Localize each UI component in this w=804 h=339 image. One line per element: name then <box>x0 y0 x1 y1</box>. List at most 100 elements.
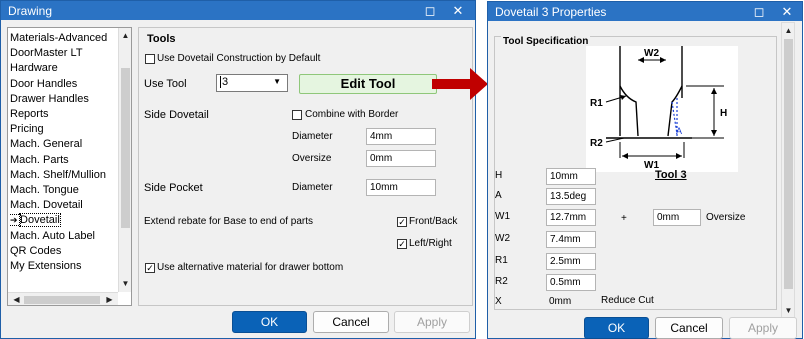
diameter-label: Diameter <box>292 131 333 142</box>
alt-material-label: Use alternative material for drawer bott… <box>157 262 344 273</box>
scroll-right-icon[interactable]: ▶ <box>103 293 116 305</box>
list-item-label: Mach. Tongue <box>10 184 79 196</box>
properties-window-title: Dovetail 3 Properties <box>495 5 607 19</box>
scroll-down-icon[interactable]: ▼ <box>782 304 795 317</box>
reduce-cut-label: Reduce Cut <box>601 295 654 306</box>
list-item[interactable]: Mach. Tongue <box>10 183 114 198</box>
list-item[interactable]: Mach. Auto Label <box>10 229 114 244</box>
drawing-window-body: Materials-Advanced DoorMaster LT Hardware D… <box>2 21 474 337</box>
list-item-label: Hardware <box>10 62 58 75</box>
list-item[interactable]: Mach. Dovetail <box>10 198 114 213</box>
red-arrow-icon <box>432 68 488 100</box>
cancel-button[interactable]: Cancel <box>313 311 389 333</box>
list-item-label: Reports <box>10 108 49 120</box>
field-input[interactable]: 12.7mm <box>546 209 596 226</box>
left-right-checkbox[interactable]: ✓ <box>397 239 407 249</box>
side-pocket-label: Side Pocket <box>144 182 203 194</box>
list-item[interactable]: Mach. General <box>10 137 114 152</box>
use-dovetail-checkbox[interactable] <box>145 54 155 64</box>
list-item-label: Door Handles <box>10 77 78 90</box>
properties-window: Dovetail 3 Properties ◻ ✕ Tool Specifica… <box>487 1 803 339</box>
left-right-label: Left/Right <box>409 238 452 249</box>
maximize-icon[interactable]: ◻ <box>419 2 441 19</box>
list-item[interactable]: Door Handles <box>10 77 114 92</box>
tools-group-title: Tools <box>147 33 176 45</box>
properties-window-body: Tool Specification W2 W1 H R1 R2 A Tool … <box>489 22 801 339</box>
apply-button[interactable]: Apply <box>394 311 470 333</box>
oversize-label: Oversize <box>706 212 746 223</box>
properties-vertical-scrollbar[interactable]: ▲ ▼ <box>781 22 795 318</box>
field-label: R1 <box>495 255 508 266</box>
combine-with-border-checkbox[interactable] <box>292 110 302 120</box>
list-item[interactable]: DoorMaster LT <box>10 46 114 61</box>
tool-spec-group-title: Tool Specification <box>501 36 591 47</box>
list-item-label: Mach. General <box>10 138 83 151</box>
field-input[interactable]: 10mm <box>546 168 596 185</box>
scroll-up-icon[interactable]: ▲ <box>782 24 795 37</box>
field-input[interactable]: 13.5deg <box>546 188 596 205</box>
field-label: X <box>495 296 502 307</box>
use-dovetail-label: Use Dovetail Construction by Default <box>157 53 321 64</box>
list-item[interactable]: Materials-Advanced <box>10 31 114 46</box>
scroll-up-icon[interactable]: ▲ <box>119 29 131 42</box>
edit-tool-button[interactable]: Edit Tool <box>299 74 437 94</box>
properties-titlebar: Dovetail 3 Properties ◻ ✕ <box>488 2 802 21</box>
list-item[interactable]: My Extensions <box>10 259 114 274</box>
diagram-label-w2: W2 <box>644 48 659 59</box>
list-item[interactable]: Pricing <box>10 122 114 137</box>
dovetail-tool-diagram: W2 W1 H R1 R2 A <box>586 46 738 172</box>
cancel-button[interactable]: Cancel <box>655 317 723 339</box>
scroll-left-icon[interactable]: ◀ <box>10 293 23 305</box>
scroll-thumb[interactable] <box>784 39 793 289</box>
hscroll-thumb[interactable] <box>24 296 100 304</box>
field-label: H <box>495 170 503 181</box>
side-pocket-diameter-input[interactable]: 10mm <box>366 179 436 196</box>
apply-button[interactable]: Apply <box>729 317 797 339</box>
arrow-right-icon: ➔ <box>10 214 22 227</box>
side-pocket-diameter-label: Diameter <box>292 182 333 193</box>
settings-category-list[interactable]: Materials-Advanced DoorMaster LT Hardware D… <box>7 27 132 306</box>
list-item-label: DoorMaster LT <box>10 47 83 60</box>
list-item[interactable]: Mach. Parts <box>10 153 114 168</box>
field-input[interactable]: 7.4mm <box>546 231 596 248</box>
field-input[interactable]: 2.5mm <box>546 253 596 270</box>
list-item-label: QR Codes <box>10 244 62 257</box>
list-item[interactable]: Mach. Shelf/Mullion <box>10 168 114 183</box>
front-back-checkbox[interactable]: ✓ <box>397 217 407 227</box>
list-item-label: Mach. Shelf/Mullion <box>10 168 106 181</box>
front-back-label: Front/Back <box>409 216 458 227</box>
list-item-label: Mach. Dovetail <box>10 199 83 212</box>
list-item-label: Mach. Auto Label <box>10 229 96 242</box>
diagram-label-a: A <box>676 126 682 136</box>
oversize-input[interactable]: 0mm <box>366 150 436 167</box>
list-item[interactable]: Reports <box>10 107 114 122</box>
list-horizontal-scrollbar[interactable]: ◀ ▶ <box>8 292 118 305</box>
list-item[interactable]: ➔ Dovetail <box>10 213 114 228</box>
ok-button[interactable]: OK <box>584 317 649 339</box>
chevron-down-icon: ▼ <box>273 77 281 86</box>
field-input[interactable]: 0.5mm <box>546 274 596 291</box>
side-dovetail-label: Side Dovetail <box>144 109 209 121</box>
scroll-thumb[interactable] <box>121 68 130 228</box>
diameter-input[interactable]: 4mm <box>366 128 436 145</box>
close-icon[interactable]: ✕ <box>776 3 798 20</box>
list-item-label: Mach. Parts <box>10 153 69 166</box>
oversize-input[interactable]: 0mm <box>653 209 701 226</box>
list-vertical-scrollbar[interactable]: ▲ ▼ <box>118 28 131 292</box>
alt-material-checkbox[interactable]: ✓ <box>145 263 155 273</box>
list-item[interactable]: Drawer Handles <box>10 92 114 107</box>
maximize-icon[interactable]: ◻ <box>748 3 770 20</box>
tool-caption: Tool 3 <box>655 169 687 181</box>
close-icon[interactable]: ✕ <box>447 2 469 19</box>
plus-sign: + <box>621 213 627 224</box>
list-item[interactable]: Hardware <box>10 61 114 76</box>
list-item[interactable]: QR Codes <box>10 244 114 259</box>
drawing-window-title: Drawing <box>8 4 53 18</box>
scroll-down-icon[interactable]: ▼ <box>119 277 131 290</box>
diagram-label-r1: R1 <box>590 98 603 109</box>
drawing-window: Drawing ◻ ✕ Materials-Advanced DoorMaster… <box>0 0 476 339</box>
field-input[interactable]: 0mm <box>549 296 599 307</box>
diagram-label-r2: R2 <box>590 138 603 149</box>
ok-button[interactable]: OK <box>232 311 307 333</box>
use-tool-dropdown[interactable]: 3 ▼ <box>216 74 288 92</box>
